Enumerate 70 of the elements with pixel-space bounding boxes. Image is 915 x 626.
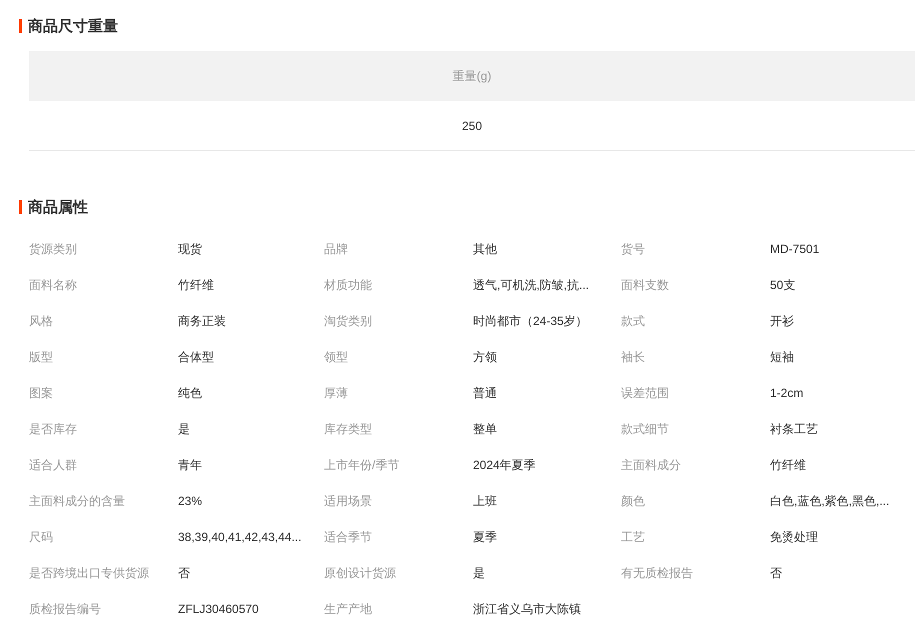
attribute-label: 质检报告编号 bbox=[29, 600, 102, 618]
attribute-label: 适用场景 bbox=[324, 492, 373, 510]
attribute-label: 主面料成分的含量 bbox=[29, 492, 126, 510]
attribute-label: 面料名称 bbox=[29, 276, 78, 294]
attribute-label: 是否库存 bbox=[29, 420, 78, 438]
attribute-label: 颜色 bbox=[621, 492, 646, 510]
attribute-value: MD-7501 bbox=[770, 242, 820, 256]
attribute-value: 上班 bbox=[473, 492, 498, 510]
attribute-label: 淘货类别 bbox=[324, 312, 373, 330]
attribute-value: 整单 bbox=[473, 420, 498, 438]
attribute-value: 38,39,40,41,42,43,44... bbox=[178, 530, 302, 544]
attribute-label: 面料支数 bbox=[621, 276, 670, 294]
attribute-label: 是否跨境出口专供货源 bbox=[29, 564, 150, 582]
attribute-value: 白色,蓝色,紫色,黑色,... bbox=[770, 492, 890, 510]
attribute-label: 适合季节 bbox=[324, 528, 373, 546]
attribute-label: 品牌 bbox=[324, 240, 349, 258]
attribute-label: 风格 bbox=[29, 312, 54, 330]
attribute-label: 领型 bbox=[324, 348, 349, 366]
attribute-label: 款式 bbox=[621, 312, 646, 330]
table-cell: 250 bbox=[29, 101, 915, 150]
attribute-label: 版型 bbox=[29, 348, 54, 366]
attribute-value: 青年 bbox=[178, 456, 203, 474]
attribute-value: 2024年夏季 bbox=[473, 456, 537, 474]
attribute-label: 尺码 bbox=[29, 528, 54, 546]
attribute-value: 合体型 bbox=[178, 348, 215, 366]
attribute-label: 生产产地 bbox=[324, 600, 373, 618]
attribute-value: 商务正装 bbox=[178, 312, 227, 330]
attribute-label: 有无质检报告 bbox=[621, 564, 694, 582]
attribute-value: 是 bbox=[473, 564, 486, 582]
attribute-label: 工艺 bbox=[621, 528, 646, 546]
attribute-label: 原创设计货源 bbox=[324, 564, 397, 582]
attribute-value: 竹纤维 bbox=[770, 456, 807, 474]
section-title: 商品尺寸重量 bbox=[28, 16, 118, 36]
attribute-value: 23% bbox=[178, 494, 204, 508]
attribute-label: 货号 bbox=[621, 240, 646, 258]
attribute-value: 其他 bbox=[473, 240, 498, 258]
attribute-label: 适合人群 bbox=[29, 456, 78, 474]
attribute-value: 竹纤维 bbox=[178, 276, 215, 294]
section-title: 商品属性 bbox=[28, 198, 88, 216]
attribute-value: 浙江省义乌市大陈镇 bbox=[473, 600, 582, 618]
attribute-label: 图案 bbox=[29, 384, 54, 402]
attribute-label: 货源类别 bbox=[29, 240, 78, 258]
attribute-value: 方领 bbox=[473, 348, 498, 366]
attribute-label: 库存类型 bbox=[324, 420, 373, 438]
section-marker bbox=[19, 200, 22, 214]
attribute-value: 透气,可机洗,防皱,抗... bbox=[473, 276, 590, 294]
attribute-label: 上市年份/季节 bbox=[324, 456, 400, 474]
attribute-value: ZFLJ30460570 bbox=[178, 602, 260, 616]
attribute-value: 纯色 bbox=[178, 384, 203, 402]
attribute-value: 衬条工艺 bbox=[770, 420, 819, 438]
attribute-label: 厚薄 bbox=[324, 384, 349, 402]
attribute-value: 1-2cm bbox=[770, 386, 804, 400]
attribute-value: 否 bbox=[178, 564, 191, 582]
attribute-value: 否 bbox=[770, 564, 783, 582]
attribute-value: 开衫 bbox=[770, 312, 795, 330]
section-marker bbox=[19, 19, 22, 33]
attribute-label: 材质功能 bbox=[324, 276, 373, 294]
attribute-value: 时尚都市（24-35岁） bbox=[473, 312, 589, 330]
attribute-value: 是 bbox=[178, 420, 191, 438]
attribute-value: 短袖 bbox=[770, 348, 795, 366]
attribute-label: 主面料成分 bbox=[621, 456, 682, 474]
attribute-value: 现货 bbox=[178, 240, 203, 258]
attribute-value: 50支 bbox=[770, 276, 796, 294]
attribute-label: 误差范围 bbox=[621, 384, 670, 402]
attribute-label: 袖长 bbox=[621, 348, 646, 366]
column-header: 重量(g) bbox=[29, 51, 915, 101]
attribute-value: 夏季 bbox=[473, 528, 498, 546]
attribute-value: 普通 bbox=[473, 384, 498, 402]
attribute-value: 免烫处理 bbox=[770, 528, 819, 546]
attribute-label: 款式细节 bbox=[621, 420, 670, 438]
